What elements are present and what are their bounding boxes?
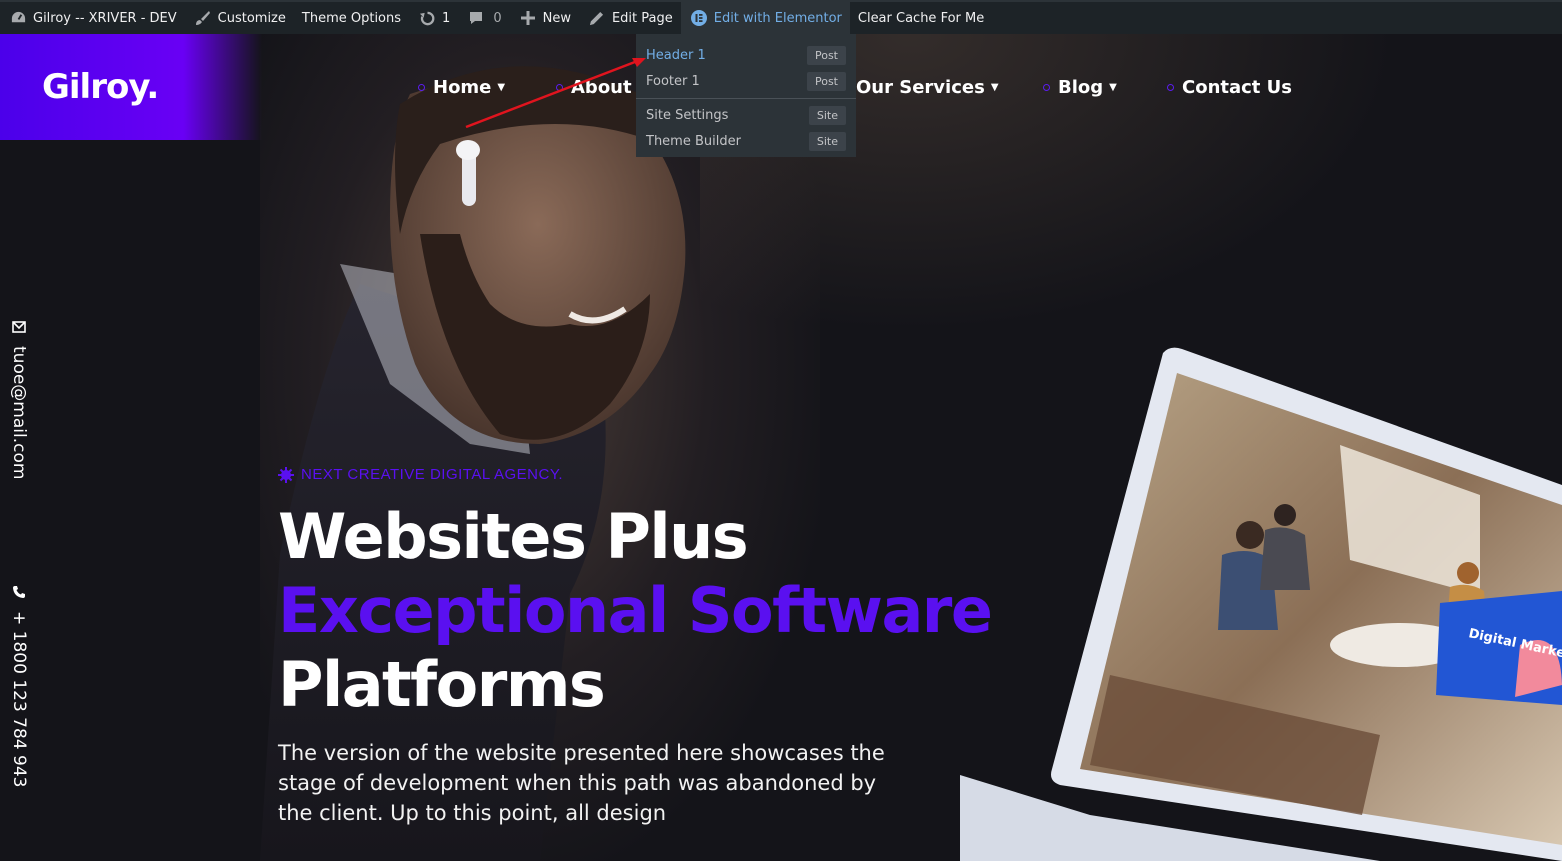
hero-eyebrow: NEXT CREATIVE DIGITAL AGENCY. [278, 466, 563, 483]
admin-edit-elementor[interactable]: Edit with Elementor [680, 1, 850, 35]
nav-about-label: About [571, 76, 632, 98]
elementor-dropdown-menu: Header 1 Post Footer 1 Post Site Setting… [636, 34, 856, 157]
caret-down-icon: ▼ [990, 81, 999, 93]
side-phone-text: + 1800 123 784 943 [9, 611, 29, 788]
nav-services-label: Our Services [856, 76, 985, 98]
comments-icon [466, 8, 486, 28]
nav-contact-label: Contact Us [1182, 76, 1293, 98]
dropdown-divider [636, 98, 856, 99]
admin-clear-cache-label: Clear Cache For Me [857, 10, 985, 26]
caret-down-icon: ▼ [497, 81, 506, 93]
updates-icon [417, 8, 437, 28]
nav-dot-icon [418, 83, 425, 91]
admin-theme-options[interactable]: Theme Options [294, 1, 409, 35]
dropdown-item-label: Site Settings [646, 107, 729, 123]
dropdown-item-theme-builder[interactable]: Theme Builder Site [636, 128, 856, 154]
dropdown-item-site-settings[interactable]: Site Settings Site [636, 102, 856, 128]
laptop-image: Digital Marketing [960, 347, 1562, 861]
pencil-icon [587, 8, 607, 28]
logo-text: Gilroy. [42, 67, 159, 107]
plus-icon [518, 8, 538, 28]
admin-edit-page[interactable]: Edit Page [579, 1, 681, 35]
nav-blog[interactable]: Blog ▼ [1043, 72, 1117, 102]
nav-dot-icon [556, 83, 563, 91]
hero-headline-line-3: Platforms [278, 648, 606, 721]
hero-headline-line-1: Websites Plus [278, 500, 749, 573]
site-logo[interactable]: Gilroy. [0, 34, 262, 140]
side-email[interactable]: tuoe@mail.com [9, 318, 29, 479]
nav-services[interactable]: Our Services ▼ [856, 72, 999, 102]
admin-updates[interactable]: 1 [409, 1, 458, 35]
nav-home-label: Home [433, 76, 492, 98]
dropdown-item-label: Theme Builder [646, 133, 741, 149]
dropdown-item-tag: Site [808, 105, 846, 125]
hero-description: The version of the website presented her… [278, 741, 885, 825]
admin-site-name[interactable]: Gilroy -- XRIVER - DEV [0, 1, 185, 35]
admin-customize-label: Customize [217, 10, 286, 26]
dropdown-item-tag: Site [808, 131, 846, 151]
hero-man-photo [260, 66, 686, 861]
brush-icon [193, 8, 213, 28]
nav-dot-icon [1167, 83, 1174, 91]
mail-icon [10, 318, 28, 336]
side-email-text: tuoe@mail.com [9, 346, 29, 480]
dropdown-item-header-1[interactable]: Header 1 Post [636, 42, 856, 68]
admin-new[interactable]: New [510, 1, 579, 35]
admin-comments[interactable]: 0 [458, 1, 509, 35]
nav-about[interactable]: About [556, 72, 632, 102]
star-burst-icon [278, 466, 294, 483]
dropdown-item-tag: Post [806, 45, 846, 65]
hero-eyebrow-text: NEXT CREATIVE DIGITAL AGENCY. [301, 466, 564, 483]
admin-edit-page-label: Edit Page [611, 10, 673, 26]
side-phone[interactable]: + 1800 123 784 943 [9, 583, 29, 787]
admin-clear-cache[interactable]: Clear Cache For Me [850, 1, 992, 35]
admin-theme-options-label: Theme Options [301, 10, 402, 26]
admin-edit-elementor-label: Edit with Elementor [713, 10, 842, 26]
wp-admin-bar: Gilroy -- XRIVER - DEV Customize Theme O… [0, 0, 1562, 35]
admin-new-label: New [542, 10, 571, 26]
dashboard-icon [8, 8, 28, 28]
hero-headline: Websites Plus Exceptional Software Platf… [278, 500, 993, 722]
phone-icon [10, 583, 28, 601]
admin-site-name-label: Gilroy -- XRIVER - DEV [33, 10, 177, 26]
dropdown-item-footer-1[interactable]: Footer 1 Post [636, 68, 856, 94]
hero-headline-line-2: Exceptional Software [278, 574, 993, 647]
nav-dot-icon [1043, 83, 1050, 91]
admin-updates-count: 1 [442, 10, 451, 26]
nav-contact[interactable]: Contact Us [1167, 72, 1292, 102]
admin-comments-count: 0 [493, 10, 502, 26]
dropdown-item-label: Footer 1 [646, 73, 700, 89]
nav-blog-label: Blog [1058, 76, 1104, 98]
admin-customize[interactable]: Customize [185, 1, 294, 35]
nav-home[interactable]: Home ▼ [418, 72, 505, 102]
dropdown-item-tag: Post [806, 71, 846, 91]
dropdown-item-label: Header 1 [646, 47, 706, 63]
caret-down-icon: ▼ [1109, 81, 1117, 93]
elementor-icon [689, 8, 709, 28]
